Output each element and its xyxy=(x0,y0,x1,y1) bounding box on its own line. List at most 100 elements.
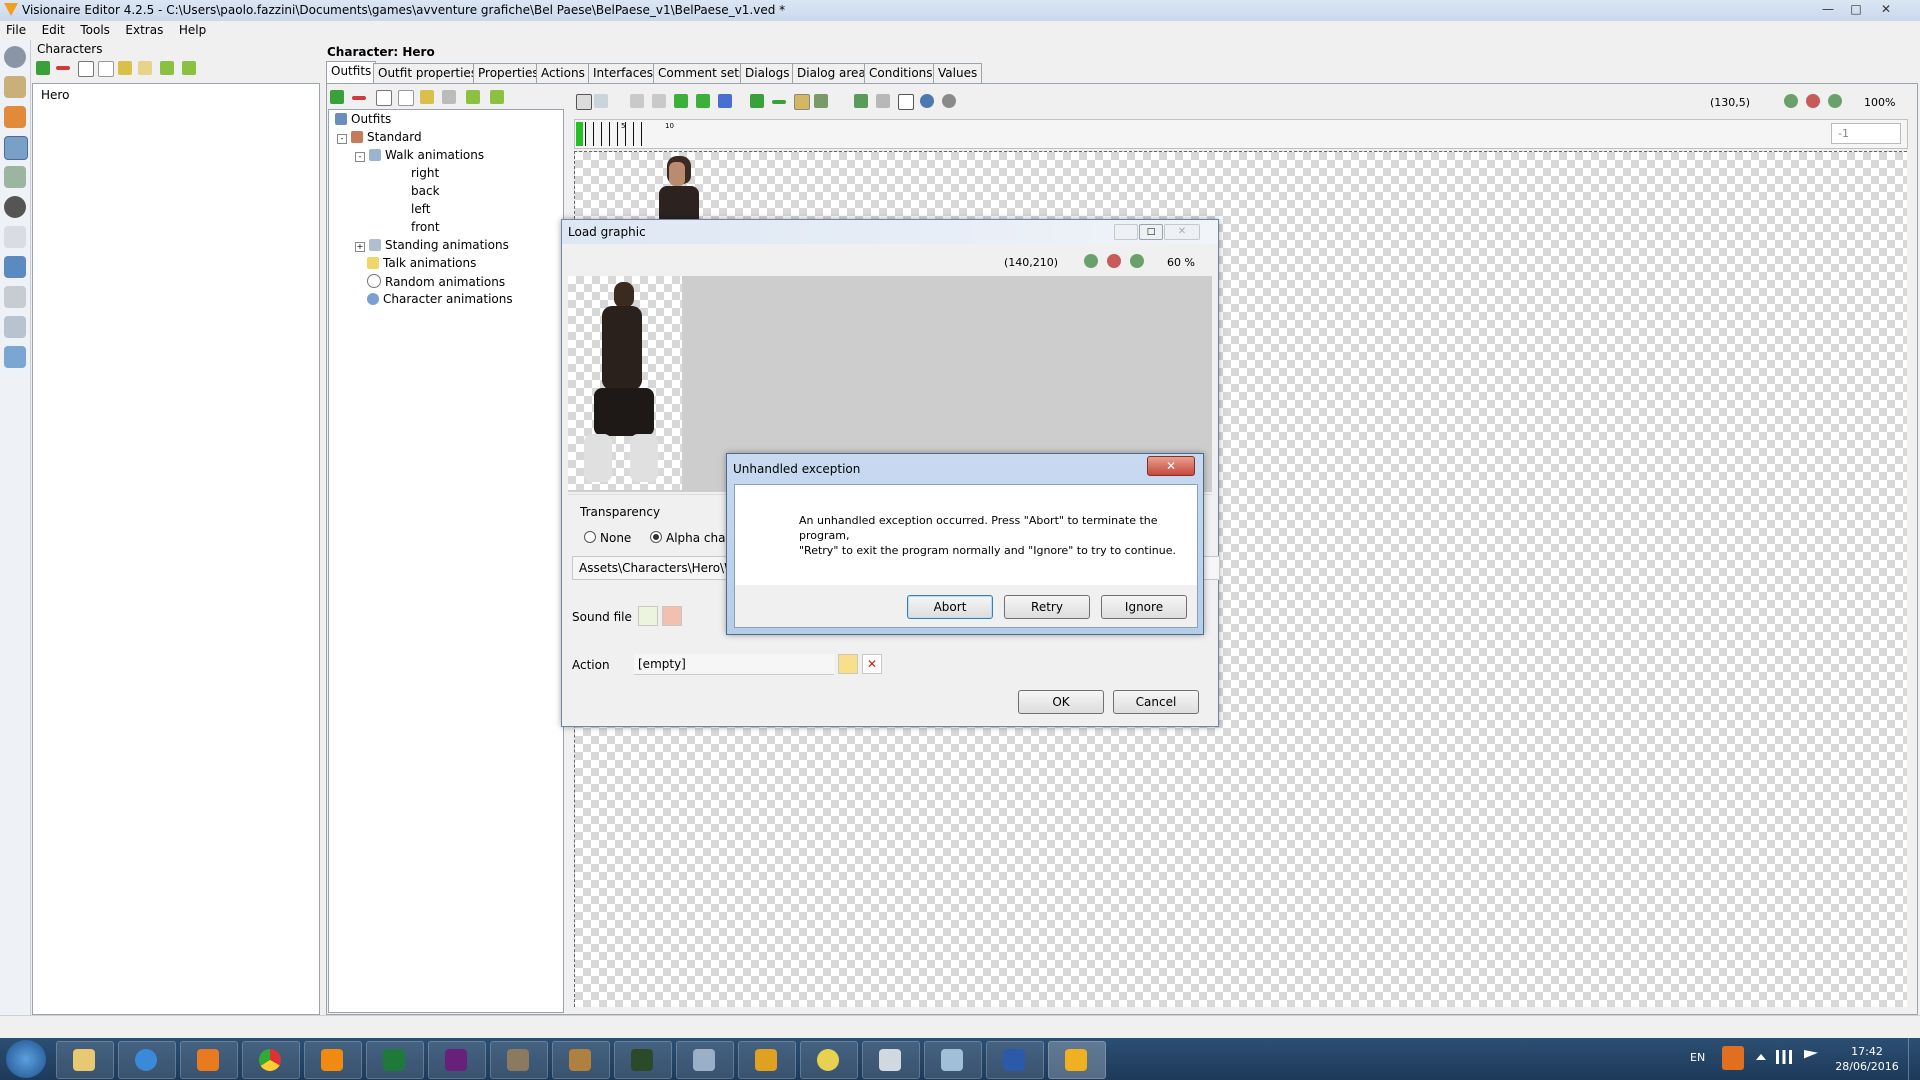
flag-icon[interactable] xyxy=(1804,1050,1818,1059)
taskbar-file-explorer[interactable] xyxy=(56,1041,114,1079)
add-icon[interactable] xyxy=(330,90,344,104)
stop-icon[interactable] xyxy=(576,94,592,110)
paste-icon[interactable] xyxy=(118,61,132,75)
tree-item-character-animations[interactable]: Character animations xyxy=(367,292,513,306)
tree-item-front[interactable]: front xyxy=(411,220,440,234)
maximize-button[interactable]: □ xyxy=(1844,0,1868,18)
first-frame-icon[interactable] xyxy=(630,94,644,108)
copy-icon[interactable] xyxy=(398,90,414,106)
tab-actions[interactable]: Actions xyxy=(536,63,590,83)
frame-field[interactable]: -1 xyxy=(1831,123,1901,144)
tree-item-standard[interactable]: - Standard xyxy=(337,130,422,144)
notification-warning-icon[interactable] xyxy=(1722,1046,1744,1070)
show-desktop-button[interactable] xyxy=(1908,1038,1920,1080)
network-icon[interactable] xyxy=(1776,1050,1792,1064)
list-item[interactable]: Hero xyxy=(41,88,69,102)
cursor-icon[interactable] xyxy=(4,226,26,248)
zoom-reset-icon[interactable] xyxy=(1107,254,1121,268)
minimize-button[interactable]: — xyxy=(1816,0,1840,18)
hourglass-icon[interactable] xyxy=(4,76,26,98)
taskbar-paint[interactable] xyxy=(800,1041,858,1079)
tab-comment-sets[interactable]: Comment sets xyxy=(653,63,751,83)
play-icon[interactable] xyxy=(674,94,688,108)
radio-alpha-indicator[interactable] xyxy=(650,531,662,543)
character-icon[interactable] xyxy=(4,136,28,160)
clock[interactable]: 17:42 28/06/2016 xyxy=(1832,1044,1902,1074)
menu-help[interactable]: Help xyxy=(173,21,212,39)
zoom-reset-icon[interactable] xyxy=(1806,94,1820,108)
tree-item-random-animations[interactable]: Random animations xyxy=(367,274,505,289)
remove-icon[interactable] xyxy=(352,96,366,100)
zoom-out-icon[interactable] xyxy=(1828,94,1842,108)
settings-icon[interactable] xyxy=(4,46,26,68)
taskbar-vlc[interactable] xyxy=(304,1041,362,1079)
clear-action-icon[interactable]: ✕ xyxy=(862,654,882,674)
tree-item-walk-animations[interactable]: - Walk animations xyxy=(355,148,484,162)
stop-sound-button[interactable] xyxy=(662,606,682,626)
play-sound-button[interactable] xyxy=(638,606,658,626)
taskbar-joystick[interactable] xyxy=(552,1041,610,1079)
document-icon[interactable] xyxy=(4,286,26,308)
menu-edit[interactable]: Edit xyxy=(36,21,71,39)
edit-frame-icon[interactable] xyxy=(794,94,810,110)
last-frame-icon[interactable] xyxy=(718,94,732,108)
home-icon[interactable] xyxy=(4,106,26,128)
ball-icon[interactable] xyxy=(4,196,26,218)
radio-none-indicator[interactable] xyxy=(584,531,596,543)
gallery-icon[interactable] xyxy=(876,94,890,108)
radio-none[interactable]: None xyxy=(584,531,631,545)
taskbar-calculator[interactable] xyxy=(676,1041,734,1079)
taskbar-gimp[interactable] xyxy=(490,1041,548,1079)
taskbar-visual-studio[interactable] xyxy=(428,1041,486,1079)
dialog-minimize-button[interactable] xyxy=(1114,224,1138,240)
tree-item-back[interactable]: back xyxy=(411,184,440,198)
taskbar-terminal[interactable] xyxy=(614,1041,672,1079)
characters-list[interactable]: Hero xyxy=(32,83,320,1015)
onion-skin-icon[interactable] xyxy=(920,94,934,108)
cancel-button[interactable]: Cancel xyxy=(1113,690,1199,714)
folder-icon[interactable] xyxy=(442,90,456,104)
ignore-button[interactable]: Ignore xyxy=(1101,595,1187,619)
taskbar-chrome[interactable] xyxy=(242,1041,300,1079)
frame-properties-icon[interactable] xyxy=(814,94,828,108)
add-frame-icon[interactable] xyxy=(750,94,764,108)
menu-file[interactable]: File xyxy=(0,21,32,39)
folder-icon[interactable] xyxy=(138,61,152,75)
tree-item-standing-animations[interactable]: + Standing animations xyxy=(355,238,509,252)
script-icon[interactable] xyxy=(4,346,26,368)
edit-action-icon[interactable] xyxy=(838,654,858,674)
tree-item-outfits[interactable]: Outfits xyxy=(335,112,391,126)
tab-outfit-properties[interactable]: Outfit properties xyxy=(373,63,483,83)
next-frame-icon[interactable] xyxy=(696,94,710,108)
tab-dialog-area[interactable]: Dialog area xyxy=(792,63,871,83)
tree-item-left[interactable]: left xyxy=(411,202,430,216)
timeline[interactable]: 5 10 -1 xyxy=(574,119,1908,149)
rename-icon[interactable] xyxy=(78,61,94,77)
link-icon[interactable] xyxy=(594,94,608,108)
taskbar-excel[interactable] xyxy=(366,1041,424,1079)
taskbar-wordpad[interactable] xyxy=(924,1041,982,1079)
tab-outfits[interactable]: Outfits xyxy=(326,61,377,83)
language-indicator[interactable]: EN xyxy=(1690,1051,1705,1064)
tab-dialogs[interactable]: Dialogs xyxy=(740,63,795,83)
zoom-out-icon[interactable] xyxy=(1130,254,1144,268)
taskbar-media-player[interactable] xyxy=(180,1041,238,1079)
taskbar-notepad[interactable] xyxy=(862,1041,920,1079)
exception-close-button[interactable]: ✕ xyxy=(1147,456,1195,476)
search-icon[interactable] xyxy=(942,94,956,108)
zoom-in-icon[interactable] xyxy=(1784,94,1798,108)
dialog-close-button[interactable]: ✕ xyxy=(1164,224,1200,240)
remove-frame-icon[interactable] xyxy=(772,100,786,104)
outfits-tree[interactable]: Outfits - Standard - Walk animations right… xyxy=(328,109,564,1013)
taskbar-outlook[interactable] xyxy=(738,1041,796,1079)
tab-values[interactable]: Values xyxy=(933,63,983,83)
retry-button[interactable]: Retry xyxy=(1004,595,1090,619)
taskbar-visionaire[interactable] xyxy=(1048,1041,1106,1079)
tree-item-talk-animations[interactable]: Talk animations xyxy=(367,256,476,270)
zoom-in-icon[interactable] xyxy=(1084,254,1098,268)
move-down-icon[interactable] xyxy=(490,90,504,104)
gamepad-icon[interactable] xyxy=(4,166,26,188)
menu-tools[interactable]: Tools xyxy=(74,21,116,39)
show-hidden-icons[interactable] xyxy=(1756,1054,1766,1060)
rename-icon[interactable] xyxy=(376,90,392,106)
